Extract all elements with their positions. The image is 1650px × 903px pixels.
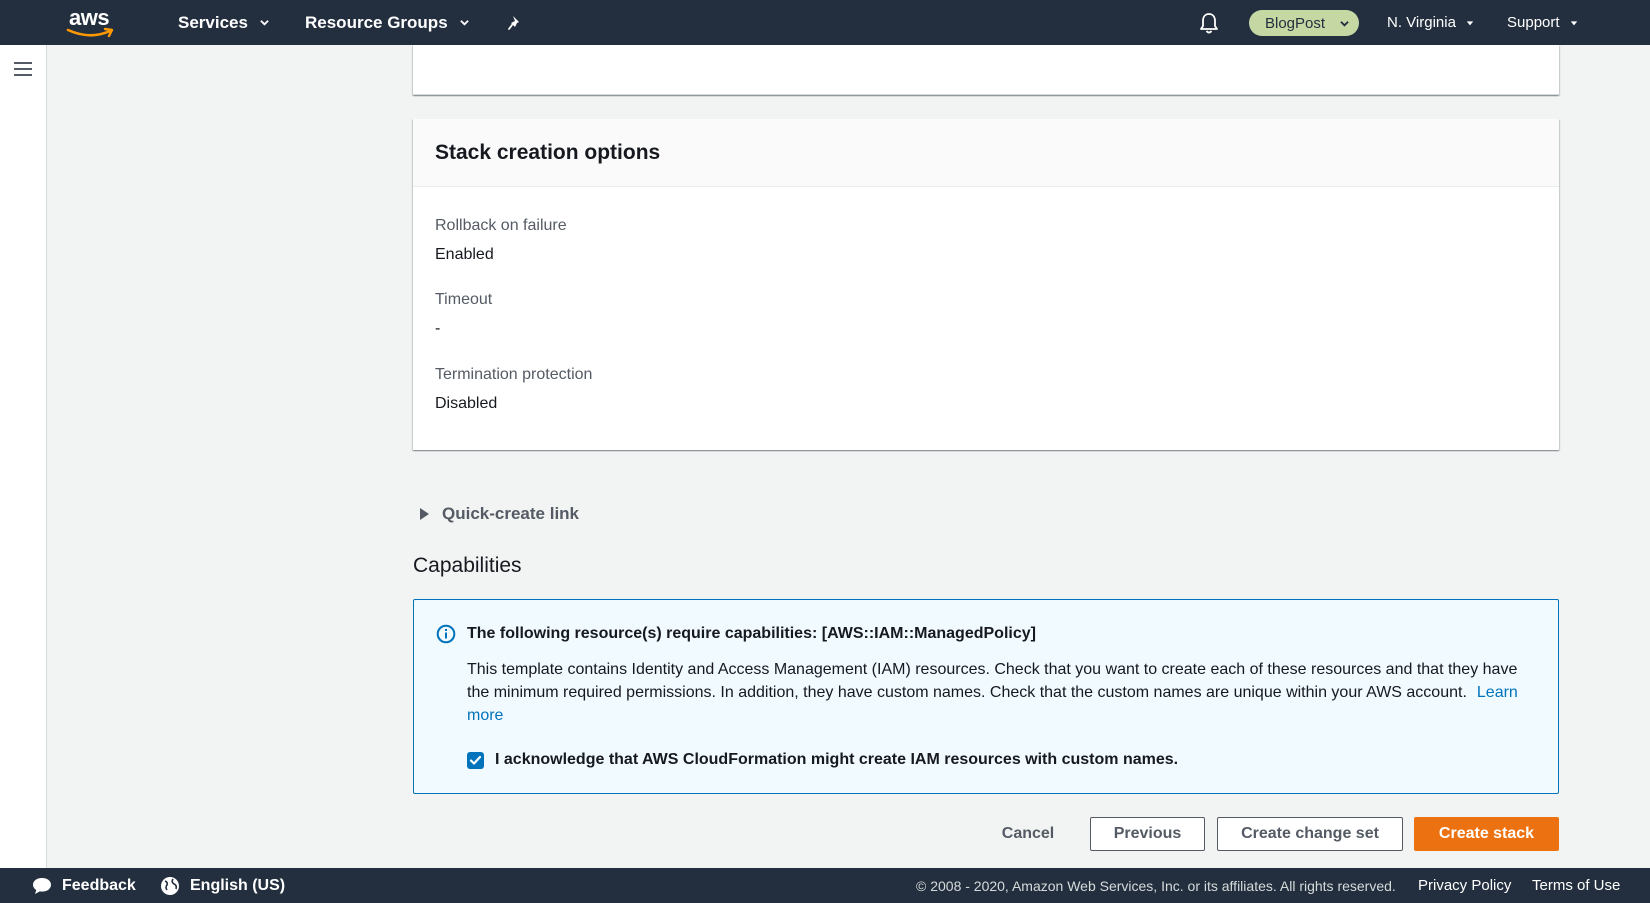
pin-icon	[508, 15, 519, 30]
info-icon	[436, 624, 456, 644]
alert-heading: The following resource(s) require capabi…	[467, 625, 1036, 642]
caret-right-icon	[420, 508, 429, 520]
create-change-set-button[interactable]: Create change set	[1217, 817, 1403, 851]
quick-create-link-expander[interactable]: Quick-create link	[420, 504, 579, 524]
checkmark-icon	[469, 755, 482, 765]
region-menu[interactable]: N. Virginia	[1387, 0, 1474, 45]
termination-field: Termination protection Disabled	[435, 366, 592, 413]
feedback-button[interactable]: Feedback	[32, 868, 136, 903]
capabilities-info-alert: The following resource(s) require capabi…	[413, 599, 1559, 794]
caret-down-icon	[1570, 20, 1577, 25]
alert-body-text: This template contains Identity and Acce…	[467, 661, 1518, 701]
resource-groups-label: Resource Groups	[305, 12, 448, 32]
timeout-label: Timeout	[435, 291, 493, 308]
services-menu[interactable]: Services	[178, 0, 269, 45]
chevron-down-icon	[459, 20, 469, 26]
rollback-value: Enabled	[435, 246, 494, 263]
feedback-label: Feedback	[62, 876, 136, 894]
notifications-button[interactable]	[1199, 0, 1219, 45]
globe-icon	[161, 876, 179, 895]
account-label: BlogPost	[1265, 14, 1326, 32]
cancel-button[interactable]: Cancel	[990, 817, 1066, 851]
resource-groups-menu[interactable]: Resource Groups	[305, 0, 469, 45]
support-menu[interactable]: Support	[1507, 0, 1578, 45]
rollback-field: Rollback on failure Enabled	[435, 217, 567, 264]
menu-icon[interactable]	[14, 62, 32, 76]
language-label: English (US)	[190, 876, 286, 894]
side-navigation-rail	[0, 45, 47, 868]
terms-of-use-link[interactable]: Terms of Use	[1532, 868, 1620, 903]
bell-icon	[1200, 12, 1218, 33]
create-stack-button[interactable]: Create stack	[1414, 817, 1559, 851]
previous-button[interactable]: Previous	[1090, 817, 1205, 851]
services-label: Services	[178, 12, 248, 32]
quick-create-label: Quick-create link	[442, 504, 580, 523]
previous-section-panel	[413, 45, 1559, 95]
aws-smile-icon	[66, 27, 114, 38]
acknowledge-checkbox[interactable]	[467, 751, 484, 769]
rollback-label: Rollback on failure	[435, 217, 567, 234]
account-menu[interactable]: BlogPost	[1249, 10, 1359, 36]
capabilities-heading: Capabilities	[413, 554, 522, 577]
top-nav: aws Services Resource Groups BlogPost N.…	[0, 0, 1650, 45]
panel-header: Stack creation options	[413, 119, 1559, 187]
copyright-text: © 2008 - 2020, Amazon Web Services, Inc.…	[916, 877, 1396, 894]
support-label: Support	[1507, 14, 1560, 31]
alert-body: This template contains Identity and Acce…	[467, 658, 1542, 727]
acknowledge-checkbox-row[interactable]: I acknowledge that AWS CloudFormation mi…	[467, 751, 1178, 769]
region-label: N. Virginia	[1387, 14, 1456, 31]
termination-value: Disabled	[435, 395, 498, 412]
timeout-field: Timeout -	[435, 291, 492, 338]
aws-logo[interactable]: aws	[66, 5, 120, 39]
acknowledge-label: I acknowledge that AWS CloudFormation mi…	[495, 751, 1179, 768]
pin-button[interactable]	[507, 0, 523, 45]
footer: Feedback English (US) © 2008 - 2020, Ama…	[0, 868, 1650, 903]
termination-label: Termination protection	[435, 366, 593, 383]
panel-title: Stack creation options	[435, 141, 661, 164]
speech-bubble-icon	[33, 877, 51, 894]
chevron-down-icon	[1340, 21, 1349, 27]
privacy-policy-link[interactable]: Privacy Policy	[1418, 868, 1511, 903]
chevron-down-icon	[260, 20, 269, 26]
stack-creation-options-panel: Stack creation options Rollback on failu…	[413, 119, 1559, 450]
language-selector[interactable]: English (US)	[160, 868, 285, 903]
timeout-value: -	[435, 320, 441, 337]
caret-down-icon	[1466, 20, 1474, 25]
